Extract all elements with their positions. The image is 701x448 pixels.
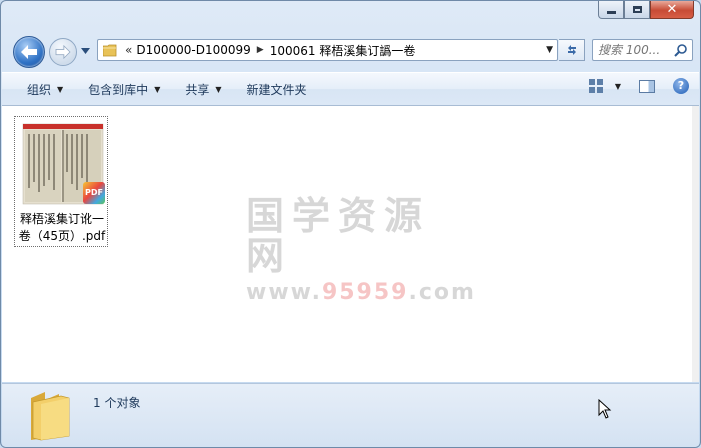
chevron-down-icon[interactable]: ▼ — [615, 82, 621, 91]
include-in-library-label: 包含到库中 — [88, 82, 149, 97]
recent-pages-dropdown[interactable] — [79, 45, 91, 57]
address-bar[interactable]: « D100000-D100099 ▶ 100061 释梧溪集订譌一卷 ▼ — [97, 39, 558, 61]
refresh-icon — [567, 45, 576, 55]
toolbar-right-group: ▼ ? — [588, 78, 689, 94]
search-input[interactable] — [598, 43, 668, 57]
minimize-icon — [606, 11, 616, 14]
watermark-url-prefix: www. — [246, 280, 322, 305]
help-icon[interactable]: ? — [673, 78, 689, 94]
file-list-pane[interactable]: PDF 释梧溪集订讹一卷（45页）.pdf 国学资源网 www.95959.co… — [2, 106, 692, 382]
breadcrumb-separator-icon[interactable]: ▶ — [257, 45, 264, 55]
watermark-title: 国学资源网 — [246, 194, 431, 278]
breadcrumb-segment-1[interactable]: D100000-D100099 — [136, 43, 250, 57]
mouse-cursor-icon — [598, 399, 612, 419]
minimize-button[interactable] — [598, 1, 624, 19]
back-arrow-icon — [21, 45, 37, 59]
forward-arrow-icon — [55, 45, 71, 59]
breadcrumb: « D100000-D100099 ▶ 100061 释梧溪集订譌一卷 — [117, 42, 415, 59]
watermark-url-suffix: .com — [408, 280, 476, 305]
maximize-button[interactable] — [624, 1, 650, 19]
watermark-url: www.95959.com — [246, 278, 474, 308]
pdf-badge-icon: PDF — [83, 182, 105, 204]
new-folder-label: 新建文件夹 — [246, 82, 307, 97]
back-button[interactable] — [13, 36, 45, 68]
chevron-down-icon: ▼ — [215, 84, 222, 94]
folder-icon — [103, 44, 117, 56]
breadcrumb-overflow-chevron[interactable]: « — [125, 43, 132, 57]
new-folder-button[interactable]: 新建文件夹 — [241, 77, 313, 101]
command-bar: 组织 ▼ 包含到库中 ▼ 共享 ▼ 新建文件夹 ▼ ? — [2, 72, 699, 106]
refresh-button[interactable] — [559, 39, 585, 61]
chevron-down-icon: ▼ — [154, 84, 161, 94]
close-button[interactable]: ✕ — [650, 1, 694, 19]
share-menu[interactable]: 共享 ▼ — [179, 77, 227, 101]
item-count: 1 个对象 — [93, 396, 141, 410]
watermark: 国学资源网 www.95959.com — [246, 194, 474, 308]
forward-button[interactable] — [49, 38, 77, 66]
caption-buttons: ✕ — [598, 1, 694, 19]
file-item[interactable]: PDF 释梧溪集订讹一卷（45页）.pdf — [14, 116, 108, 247]
chevron-down-icon — [80, 48, 90, 54]
file-name-label: 释梧溪集订讹一卷（45页）.pdf — [18, 212, 106, 243]
close-icon: ✕ — [666, 2, 678, 17]
organize-label: 组织 — [27, 82, 52, 97]
watermark-url-number: 95959 — [321, 280, 409, 305]
view-grid-icon — [588, 79, 603, 93]
chevron-down-icon: ▼ — [57, 84, 64, 94]
breadcrumb-segment-2[interactable]: 100061 释梧溪集订譌一卷 — [270, 42, 416, 59]
include-in-library-menu[interactable]: 包含到库中 ▼ — [82, 77, 166, 101]
details-pane: 1 个对象 — [2, 383, 699, 447]
change-view-button[interactable]: ▼ — [588, 79, 621, 93]
explorer-window: ✕ « D100000-D100099 ▶ 100061 释梧溪集订譌一卷 ▼ — [0, 0, 701, 448]
address-dropdown-icon[interactable]: ▼ — [546, 45, 553, 55]
folder-icon — [31, 392, 70, 441]
organize-menu[interactable]: 组织 ▼ — [21, 77, 69, 101]
search-box[interactable] — [592, 39, 693, 61]
share-label: 共享 — [185, 82, 210, 97]
scrollbar[interactable] — [692, 106, 699, 382]
preview-pane-icon[interactable] — [639, 79, 655, 93]
maximize-icon — [632, 6, 642, 13]
search-icon[interactable] — [674, 43, 688, 57]
